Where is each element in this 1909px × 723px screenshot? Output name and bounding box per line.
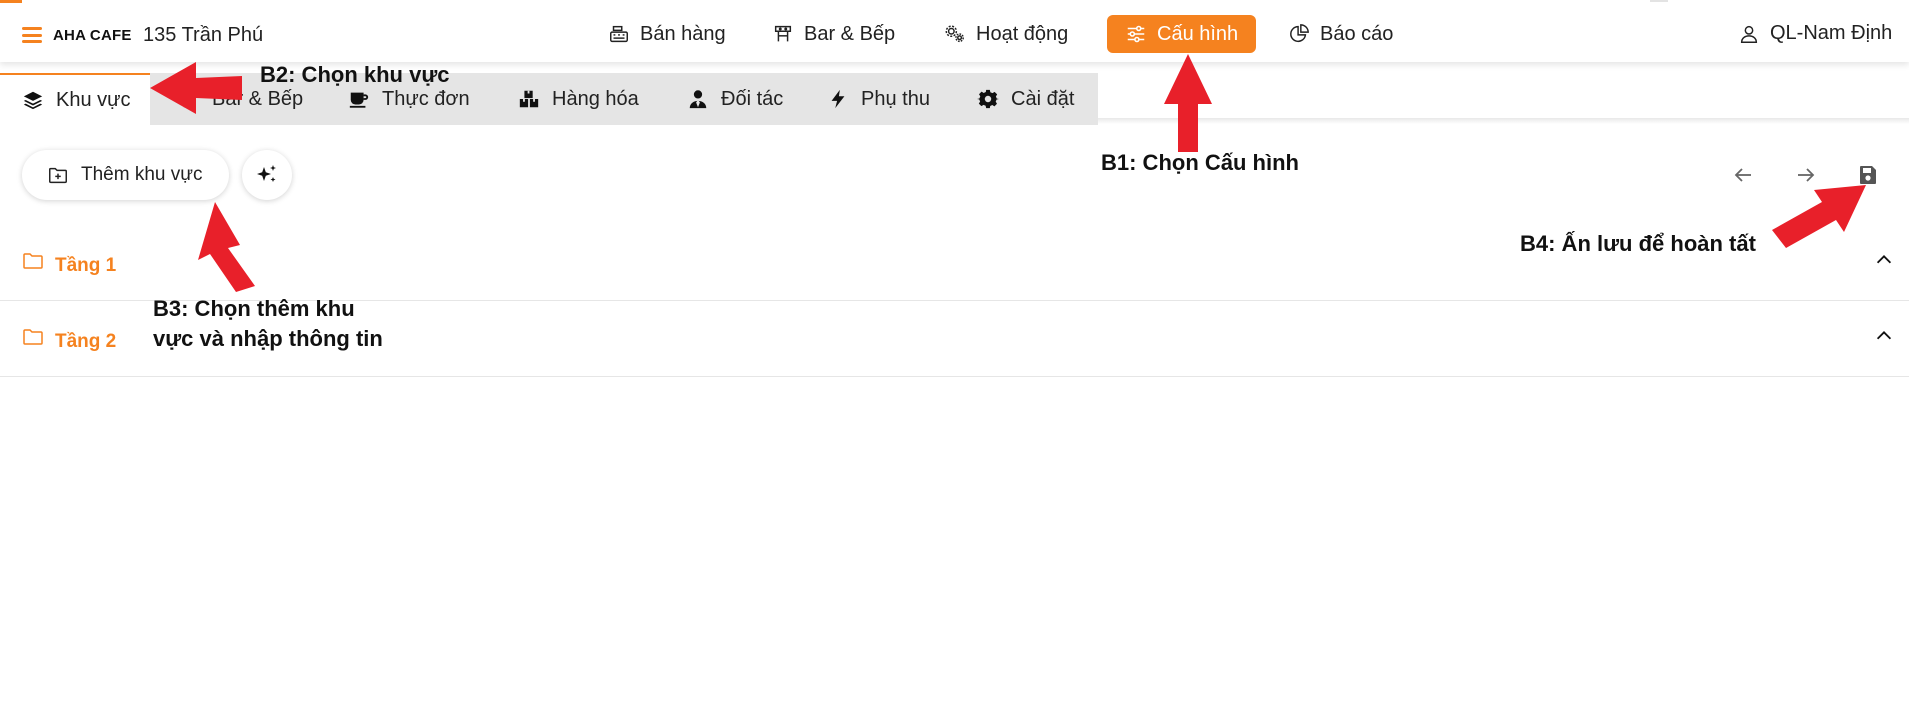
brand-name: AHA CAFE: [53, 27, 132, 44]
nav-bao-cao[interactable]: Báo cáo: [1282, 15, 1399, 53]
sparkles-icon: [257, 165, 276, 182]
sliders-icon: [1127, 25, 1145, 43]
tab-khu-vuc[interactable]: Khu vực: [0, 73, 150, 125]
nav-hoat-dong-label: Hoạt động: [976, 22, 1069, 45]
arrow-b1: [1164, 54, 1212, 152]
folder-icon: [23, 253, 43, 269]
nav-bao-cao-label: Báo cáo: [1320, 22, 1394, 45]
annotation-b4: B4: Ấn lưu để hoàn tất: [1520, 231, 1756, 256]
folder-plus-icon: [49, 167, 67, 184]
corner-mark: [1650, 0, 1668, 2]
kitchen-icon: [774, 25, 792, 42]
gears-icon: [945, 25, 964, 43]
branch-name[interactable]: 135 Trần Phú: [143, 24, 263, 47]
folder-icon: [23, 329, 43, 345]
tab-hang-hoa[interactable]: Hàng hóa: [518, 73, 639, 125]
coffee-cup-icon: [349, 92, 369, 108]
nav-ban-hang-label: Bán hàng: [640, 22, 726, 45]
boxes-icon: [519, 90, 539, 108]
nav-bar-bep[interactable]: Bar & Bếp: [766, 15, 901, 53]
tab-cai-dat[interactable]: Cài đặt: [977, 73, 1074, 125]
nav-cau-hinh[interactable]: Cấu hình: [1107, 15, 1257, 53]
ai-assist-button[interactable]: [242, 150, 292, 200]
tab-cai-dat-label: Cài đặt: [1011, 87, 1075, 110]
chevron-up-icon[interactable]: [1873, 249, 1895, 271]
nav-ban-hang[interactable]: Bán hàng: [602, 15, 732, 53]
tab-thuc-don-label: Thực đơn: [382, 87, 470, 110]
tab-doi-tac[interactable]: Đối tác: [687, 73, 783, 125]
layers-icon: [23, 91, 43, 110]
user-tie-icon: [689, 90, 707, 109]
annotation-b2: B2: Chọn khu vực: [260, 62, 450, 87]
top-bar: AHA CAFE 135 Trần Phú Bán hàng Bar & Bếp…: [0, 0, 1909, 62]
pie-chart-icon: [1290, 24, 1309, 43]
area-name: Tầng 1: [55, 255, 117, 276]
annotation-b1: B1: Chọn Cấu hình: [1101, 150, 1299, 175]
tab-phu-thu[interactable]: Phụ thu: [827, 73, 930, 125]
save-icon[interactable]: [1856, 163, 1880, 187]
redo-arrow-right-icon[interactable]: [1794, 163, 1818, 187]
add-area-label: Thêm khu vực: [81, 164, 203, 185]
area-name: Tầng 2: [55, 331, 117, 352]
user-menu[interactable]: QL-Nam Định: [1738, 22, 1892, 45]
add-area-button[interactable]: Thêm khu vực: [22, 150, 229, 200]
subtab-divider: [1098, 118, 1909, 124]
tab-phu-thu-label: Phụ thu: [861, 87, 930, 110]
chef-icon: [181, 88, 197, 108]
cash-register-icon: [610, 25, 628, 43]
annotation-b3-line2: vực và nhập thông tin: [153, 326, 383, 351]
user-name: QL-Nam Định: [1770, 22, 1893, 44]
nav-cau-hinh-label: Cấu hình: [1157, 22, 1239, 45]
nav-bar-bep-label: Bar & Bếp: [804, 22, 896, 45]
gear-icon: [977, 89, 999, 109]
annotation-b3-line1: B3: Chọn thêm khu: [153, 296, 355, 321]
corner-accent: [0, 0, 22, 3]
bolt-icon: [831, 89, 845, 109]
tab-doi-tac-label: Đối tác: [721, 87, 784, 110]
tab-bar-bep-label: Bar & Bếp: [212, 87, 304, 110]
chevron-up-icon[interactable]: [1873, 325, 1895, 347]
hamburger-menu-icon[interactable]: [22, 27, 42, 43]
nav-hoat-dong[interactable]: Hoạt động: [938, 15, 1074, 53]
user-icon: [1740, 25, 1758, 43]
undo-arrow-left-icon[interactable]: [1731, 163, 1755, 187]
tab-hang-hoa-label: Hàng hóa: [552, 87, 639, 110]
tab-khu-vuc-label: Khu vực: [56, 88, 131, 111]
